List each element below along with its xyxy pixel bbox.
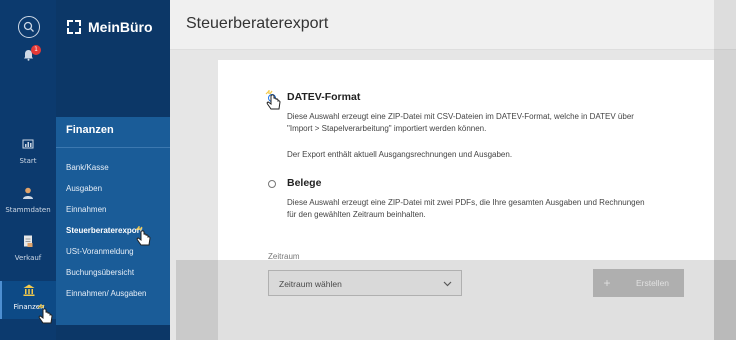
notification-badge: 1: [31, 45, 41, 55]
submenu-title: Finanzen: [66, 124, 114, 136]
belege-radio[interactable]: [268, 180, 276, 188]
description-line: Diese Auswahl erzeugt eine ZIP-Datei mit…: [287, 112, 634, 121]
page-header: Steuerberaterexport: [170, 0, 736, 50]
search-button[interactable]: [18, 16, 40, 38]
rail-item-label: Stammdaten: [5, 206, 51, 214]
description-line: für den gewählten Zeitraum beinhalten.: [287, 210, 426, 219]
submenu-item-bank-kasse[interactable]: Bank/Kasse: [66, 163, 109, 172]
hand-cursor-icon: [135, 226, 151, 246]
page-title: Steuerberaterexport: [186, 15, 329, 32]
submenu-item-einnahmen[interactable]: Einnahmen: [66, 205, 106, 214]
icon-rail: 1 Start Stammdaten Verkauf Finanzen: [0, 0, 56, 340]
document-icon: [24, 235, 33, 247]
bank-icon: [23, 284, 35, 296]
description-line: Diese Auswahl erzeugt eine ZIP-Datei mit…: [287, 198, 645, 207]
finanzen-submenu: Finanzen Bank/Kasse Ausgaben Einnahmen S…: [56, 117, 170, 325]
belege-description: Diese Auswahl erzeugt eine ZIP-Datei mit…: [287, 197, 645, 221]
chart-icon: [22, 139, 34, 149]
dim-overlay-right: [714, 0, 736, 340]
rail-item-start[interactable]: Start: [0, 137, 56, 165]
description-line: Der Export enthält aktuell Ausgangsrechn…: [287, 150, 513, 159]
description-line: "Import > Stapelverarbeitung" importiert…: [287, 124, 487, 133]
submenu-item-ust-voranmeldung[interactable]: USt-Voranmeldung: [66, 247, 134, 256]
datev-format-title[interactable]: DATEV-Format: [287, 91, 360, 103]
submenu-item-einnahmen-ausgaben[interactable]: Einnahmen/ Ausgaben: [66, 289, 147, 298]
person-icon: [23, 187, 33, 199]
datev-format-description: Diese Auswahl erzeugt eine ZIP-Datei mit…: [287, 111, 634, 161]
submenu-item-buchungsuebersicht[interactable]: Buchungsübersicht: [66, 268, 134, 277]
dim-overlay: [176, 260, 736, 340]
submenu-item-ausgaben[interactable]: Ausgaben: [66, 184, 102, 193]
brand-logo[interactable]: MeinBüro: [66, 19, 153, 35]
rail-item-verkauf[interactable]: Verkauf: [0, 234, 56, 262]
submenu-item-steuerberaterexport[interactable]: Steuerberaterexport: [66, 226, 142, 235]
rail-item-label: Start: [19, 157, 37, 165]
search-icon: [23, 21, 34, 32]
logo-icon: [67, 20, 81, 34]
brand-name: MeinBüro: [88, 19, 153, 35]
rail-item-stammdaten[interactable]: Stammdaten: [0, 186, 56, 214]
rail-item-label: Verkauf: [14, 254, 42, 262]
submenu-divider: [56, 147, 170, 148]
belege-title[interactable]: Belege: [287, 177, 321, 189]
hand-cursor-icon: [37, 304, 53, 324]
hand-cursor-icon: [265, 90, 281, 110]
